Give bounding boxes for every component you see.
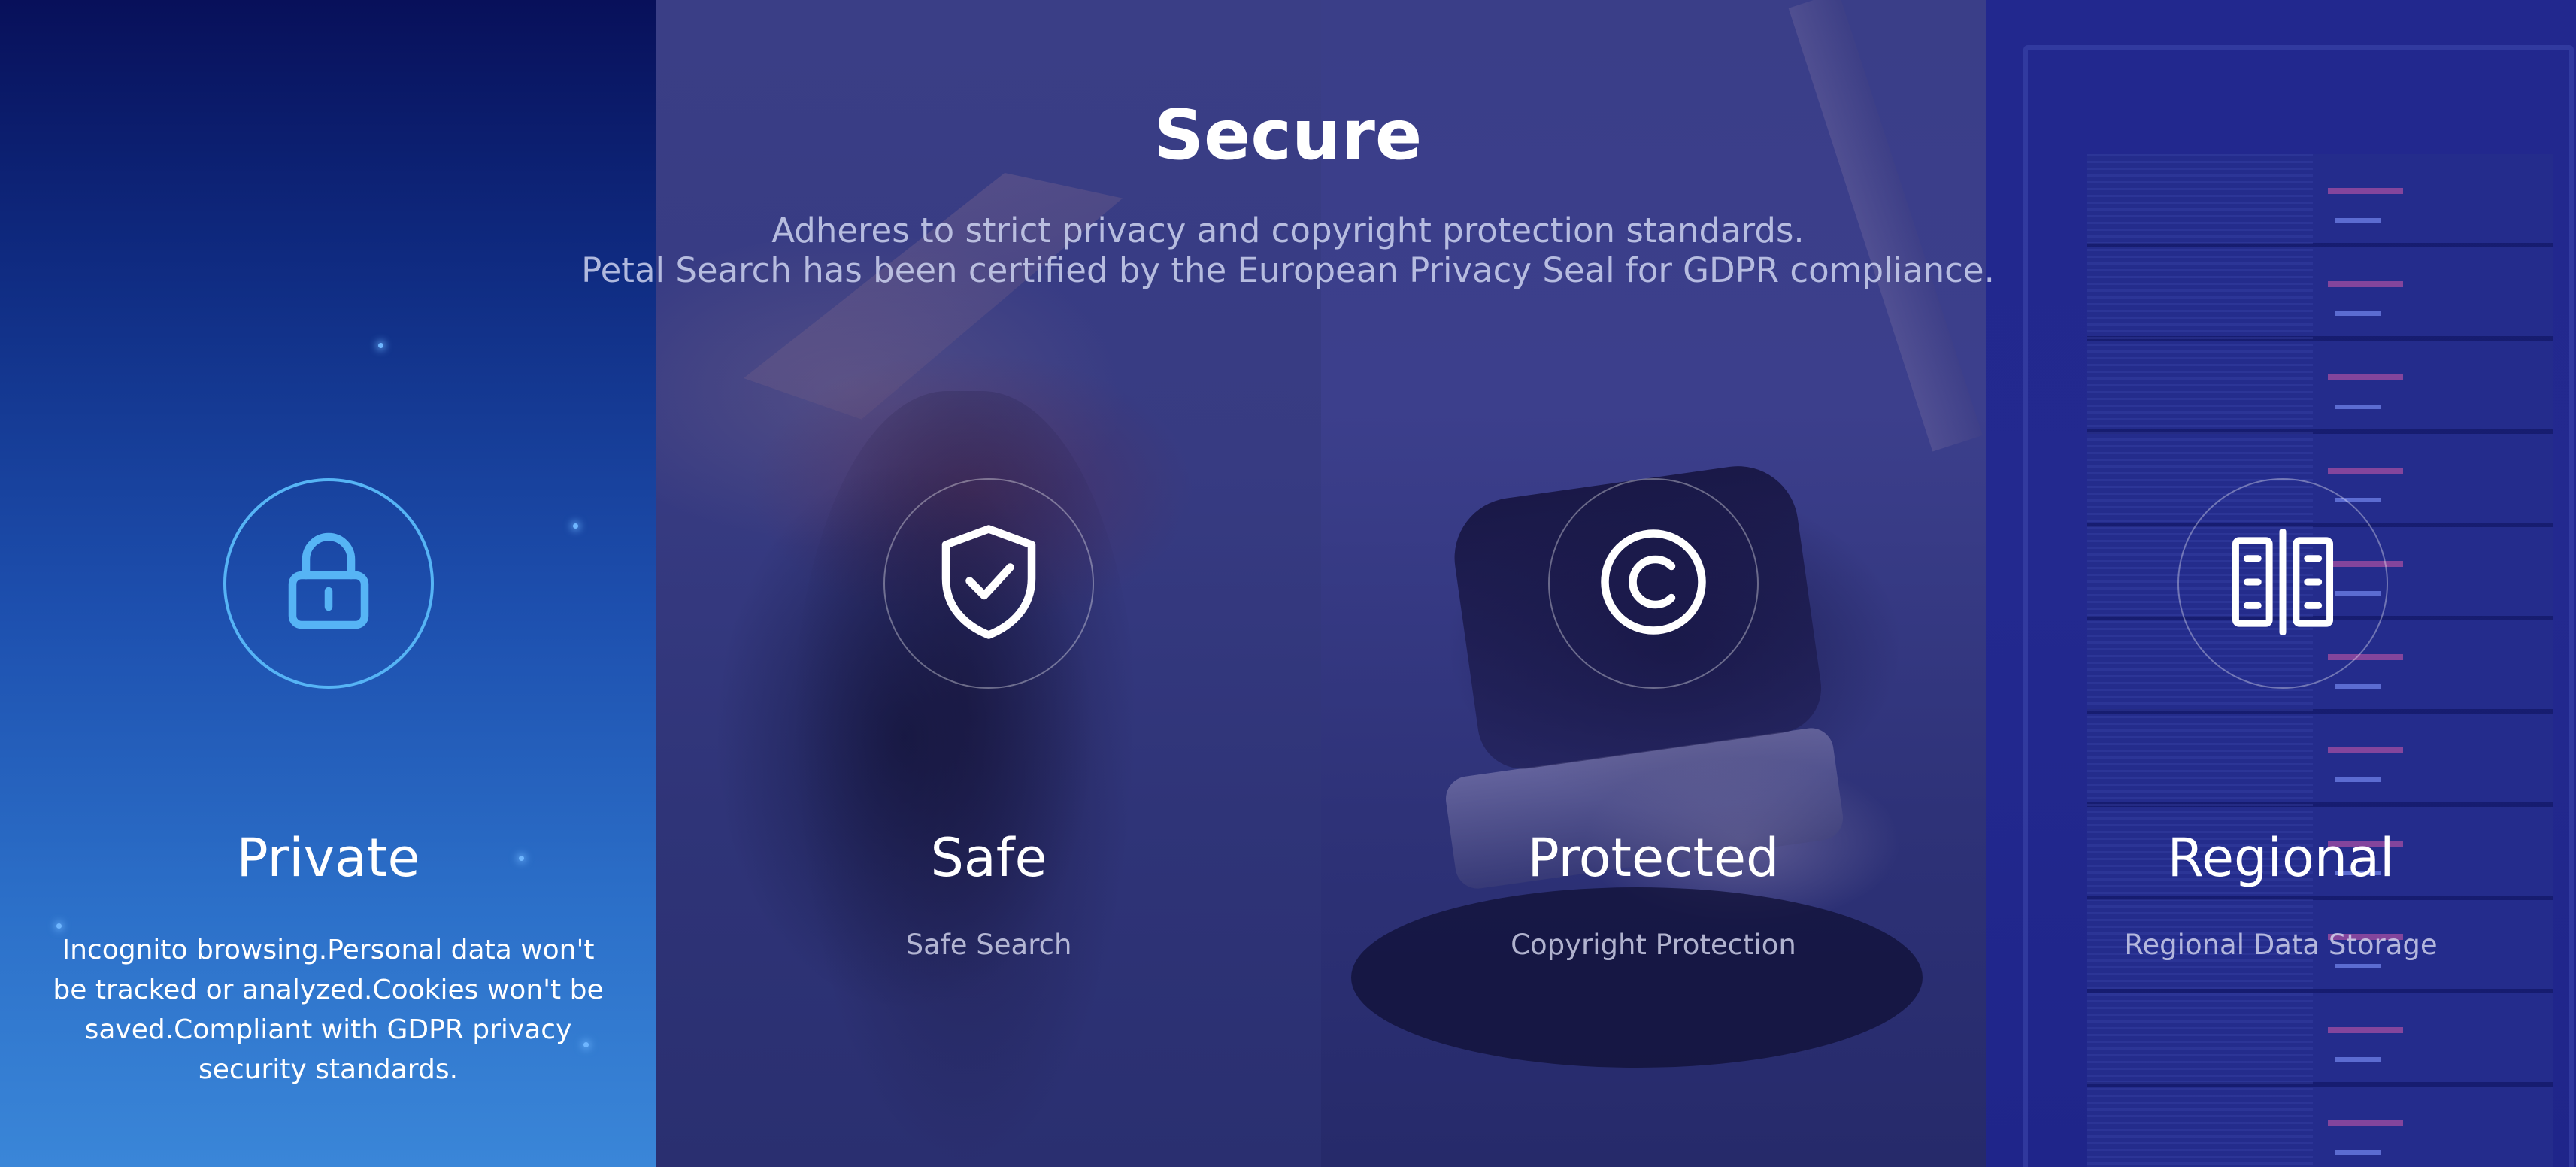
feature-subtitle: Regional Data Storage — [2124, 929, 2438, 961]
copyright-icon — [1597, 526, 1710, 641]
feature-icon-circle — [883, 478, 1094, 689]
shield-check-icon — [932, 522, 1045, 645]
feature-regional[interactable]: Regional Regional Data Storage — [1986, 0, 2576, 1167]
feature-subtitle: Copyright Protection — [1511, 929, 1796, 961]
server-icon — [2226, 528, 2339, 638]
feature-title: Protected — [1527, 827, 1780, 889]
feature-icon-circle — [223, 478, 434, 689]
feature-title: Safe — [930, 827, 1047, 889]
feature-private[interactable]: Private Incognito browsing.Personal data… — [0, 0, 656, 1167]
feature-icon-circle — [1548, 478, 1759, 689]
feature-subtitle: Safe Search — [905, 929, 1072, 961]
feature-protected[interactable]: Protected Copyright Protection — [1321, 0, 1986, 1167]
feature-title: Private — [236, 827, 420, 889]
feature-description: Incognito browsing.Personal data won't b… — [53, 935, 604, 1085]
lock-icon — [272, 526, 385, 641]
feature-title: Regional — [2167, 827, 2395, 889]
feature-icon-circle — [2177, 478, 2388, 689]
feature-safe[interactable]: Safe Safe Search — [656, 0, 1321, 1167]
